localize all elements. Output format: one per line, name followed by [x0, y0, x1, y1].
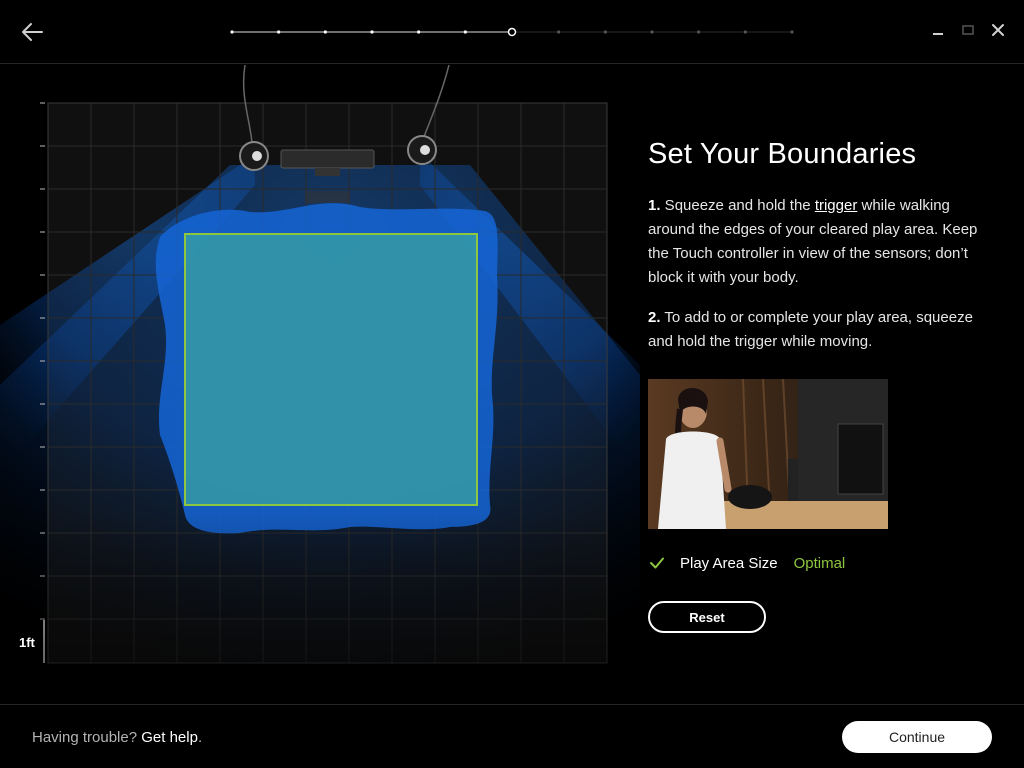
back-arrow-icon[interactable]	[18, 18, 46, 46]
progress-step-dot	[650, 30, 654, 34]
grid-scale-label: 1ft	[19, 635, 35, 650]
header-bar	[0, 0, 1024, 64]
step-1-instruction: 1. Squeeze and hold the trigger while wa…	[648, 197, 978, 286]
progress-current-step	[507, 27, 517, 37]
maximize-icon[interactable]	[960, 22, 976, 38]
page-title: Set Your Boundaries	[648, 138, 917, 170]
footer-bar: Having trouble? Get help. Continue	[0, 704, 1024, 768]
minimize-icon[interactable]	[930, 22, 946, 38]
progress-step-dot	[370, 30, 374, 34]
continue-button[interactable]: Continue	[842, 721, 992, 753]
step-progress-indicator	[230, 27, 794, 37]
close-icon[interactable]	[990, 22, 1006, 38]
progress-step-dot	[277, 30, 281, 34]
help-text: Having trouble? Get help.	[32, 729, 203, 746]
play-area-status: Play Area Size Optimal	[648, 554, 845, 572]
get-help-link[interactable]: Get help	[141, 729, 198, 746]
progress-step-dot	[603, 30, 607, 34]
play-area-size-value: Optimal	[793, 554, 846, 572]
step-2-instruction: 2. To add to or complete your play area,…	[648, 309, 973, 350]
trigger-link[interactable]: trigger	[815, 197, 858, 214]
progress-step-dot	[230, 30, 234, 34]
progress-step-dot	[790, 30, 794, 34]
instruction-video[interactable]	[648, 379, 888, 529]
progress-step-dot	[557, 30, 561, 34]
progress-step-dot	[463, 30, 467, 34]
progress-step-dot	[743, 30, 747, 34]
boundary-visualization[interactable]: 1ft	[0, 65, 640, 703]
checkmark-icon	[650, 557, 664, 569]
progress-step-dot	[697, 30, 701, 34]
reset-button[interactable]: Reset	[648, 601, 766, 633]
instructions-panel: Set Your Boundaries 1. Squeeze and hold …	[648, 136, 988, 633]
progress-step-dot	[417, 30, 421, 34]
boundary-grid	[0, 65, 640, 703]
play-area-size-label: Play Area Size	[680, 554, 778, 572]
window-controls	[930, 22, 1006, 38]
progress-step-dot	[323, 30, 327, 34]
